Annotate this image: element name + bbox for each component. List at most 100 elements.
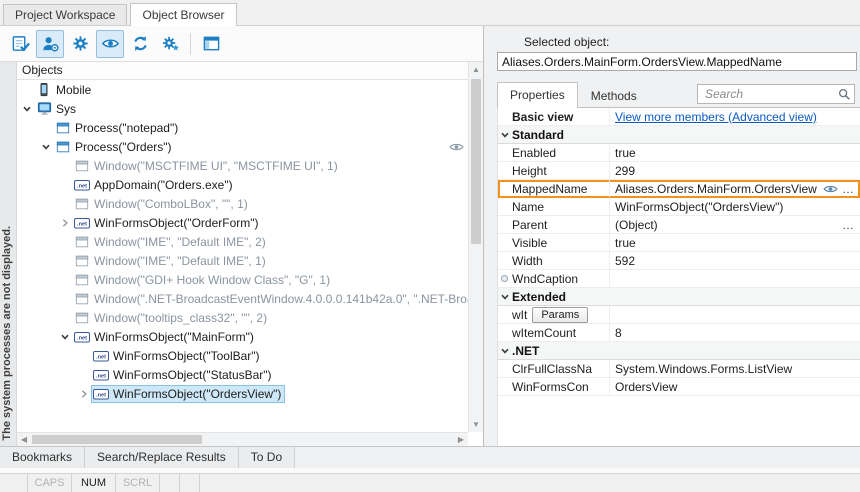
- collapse-icon[interactable]: [498, 130, 512, 140]
- tab-methods[interactable]: Methods: [578, 84, 650, 108]
- property-value-text: 299: [615, 164, 635, 178]
- checklist-button[interactable]: [6, 30, 34, 58]
- tree-item-label: WinFormsObject("MainForm"): [91, 330, 254, 344]
- view-mode-row: Basic viewView more members (Advanced vi…: [498, 108, 860, 126]
- property-row-wit[interactable]: wItParams: [498, 306, 860, 324]
- properties-grid: Basic viewView more members (Advanced vi…: [497, 107, 860, 446]
- section-header-net[interactable]: .NET: [498, 342, 860, 360]
- property-row-buttons: …: [823, 182, 860, 196]
- user-gear-button[interactable]: [36, 30, 64, 58]
- params-button[interactable]: Params: [532, 307, 588, 323]
- tree-item-selection: Sys: [34, 100, 80, 118]
- ellipsis-button[interactable]: …: [842, 218, 855, 232]
- tree-item-winformsobjectmainform[interactable]: .netWinFormsObject("MainForm"): [17, 327, 468, 346]
- expanded-icon[interactable]: [20, 104, 34, 114]
- property-name: MappedName: [498, 180, 610, 197]
- vertical-scroll-thumb[interactable]: [471, 79, 481, 244]
- tree-item-windowcombolbox[interactable]: Window("ComboLBox", "", 1): [17, 194, 468, 213]
- property-row-visible[interactable]: Visibletrue: [498, 234, 860, 252]
- view-mode-value: View more members (Advanced view): [610, 108, 860, 125]
- tree-item-winformsobjectordersview[interactable]: .netWinFormsObject("OrdersView"): [17, 384, 468, 403]
- property-row-clrfullclassna[interactable]: ClrFullClassNaSystem.Windows.Forms.ListV…: [498, 360, 860, 378]
- scroll-left-icon[interactable]: ◀: [17, 433, 31, 446]
- tree-vertical-scrollbar[interactable]: ▲ ▼: [468, 62, 483, 432]
- property-row-name[interactable]: NameWinFormsObject("OrdersView"): [498, 198, 860, 216]
- watch-eye-icon[interactable]: [449, 141, 464, 153]
- property-row-width[interactable]: Width592: [498, 252, 860, 270]
- bottom-tab-to-do[interactable]: To Do: [239, 447, 295, 468]
- eye-icon: [101, 34, 120, 53]
- property-value-text: System.Windows.Forms.ListView: [615, 362, 792, 376]
- section-header-extended[interactable]: Extended: [498, 288, 860, 306]
- selected-object-input[interactable]: [497, 52, 857, 71]
- member-search-box[interactable]: [697, 84, 855, 104]
- tree-item-sys[interactable]: Sys: [17, 99, 468, 118]
- highlight-eye-icon[interactable]: [823, 183, 838, 195]
- tree-item-winformsobjecttoolbar[interactable]: .netWinFormsObject("ToolBar"): [17, 346, 468, 365]
- tree-item-selection: .netAppDomain("Orders.exe"): [72, 176, 237, 194]
- tree-item-winformsobjectorderform[interactable]: .netWinFormsObject("OrderForm"): [17, 213, 468, 232]
- property-name: Name: [498, 198, 610, 215]
- scroll-up-icon[interactable]: ▲: [469, 62, 483, 77]
- tree-item-appdomainorders-exe[interactable]: .netAppDomain("Orders.exe"): [17, 175, 468, 194]
- bottom-tab-bookmarks[interactable]: Bookmarks: [0, 447, 85, 468]
- expanded-icon[interactable]: [58, 332, 72, 342]
- system-processes-note: The system processes are not displayed.: [1, 226, 13, 441]
- gear-star-button[interactable]: [156, 30, 184, 58]
- status-indicator-caps: CAPS: [28, 474, 72, 492]
- property-value-text: true: [615, 236, 636, 250]
- gear-button[interactable]: [66, 30, 94, 58]
- scroll-right-icon[interactable]: ▶: [454, 433, 468, 446]
- tree-item-windowgdi-hook-window-class[interactable]: Window("GDI+ Hook Window Class", "G", 1): [17, 270, 468, 289]
- bottom-tab-search-replace-results[interactable]: Search/Replace Results: [85, 447, 239, 468]
- tree-item-processnotepad[interactable]: Process("notepad"): [17, 118, 468, 137]
- property-row-mappedname[interactable]: MappedNameAliases.Orders.MainForm.Orders…: [498, 180, 860, 198]
- tree-item-winformsobjectstatusbar[interactable]: .netWinFormsObject("StatusBar"): [17, 365, 468, 384]
- testcomplete-window: Project WorkspaceObject Browser The syst…: [0, 0, 860, 492]
- tree-item-windowmsctfime-ui[interactable]: Window("MSCTFIME UI", "MSCTFIME UI", 1): [17, 156, 468, 175]
- search-icon: [837, 87, 851, 101]
- collapse-icon[interactable]: [498, 346, 512, 356]
- property-value-text: (Object): [615, 218, 658, 232]
- eye-button[interactable]: [96, 30, 124, 58]
- refresh-button[interactable]: [126, 30, 154, 58]
- selected-object-label: Selected object:: [524, 35, 609, 49]
- tab-project-workspace[interactable]: Project Workspace: [3, 4, 127, 25]
- advanced-view-link[interactable]: View more members (Advanced view): [615, 110, 817, 124]
- property-row-wndcaption[interactable]: WndCaption: [498, 270, 860, 288]
- ellipsis-button[interactable]: …: [842, 182, 855, 196]
- section-header-standard[interactable]: Standard: [498, 126, 860, 144]
- section-title: Standard: [512, 128, 564, 142]
- collapsed-icon[interactable]: [58, 218, 72, 228]
- property-value-text: 592: [615, 254, 635, 268]
- property-name: WinFormsCon: [498, 378, 610, 395]
- property-row-witemcount[interactable]: wItemCount8: [498, 324, 860, 342]
- property-row-height[interactable]: Height299: [498, 162, 860, 180]
- property-name-text: MappedName: [512, 182, 587, 196]
- tree-item-window-net-broadcasteventwindow-4-0-0-0-141b42a-0[interactable]: Window(".NET-BroadcastEventWindow.4.0.0.…: [17, 289, 468, 308]
- status-bar: CAPSNUMSCRL: [0, 473, 860, 492]
- tree-horizontal-scrollbar[interactable]: ◀ ▶: [17, 432, 468, 446]
- tree-item-windowtooltips-class32[interactable]: Window("tooltips_class32", "", 2): [17, 308, 468, 327]
- tree-item-windowime[interactable]: Window("IME", "Default IME", 1): [17, 251, 468, 270]
- scroll-down-icon[interactable]: ▼: [469, 417, 483, 432]
- horizontal-scroll-thumb[interactable]: [32, 435, 202, 444]
- property-row-parent[interactable]: Parent(Object)…: [498, 216, 860, 234]
- workspace-tabbar: Project WorkspaceObject Browser: [0, 0, 860, 26]
- window-panel-button[interactable]: [197, 30, 225, 58]
- tab-properties[interactable]: Properties: [497, 82, 578, 108]
- net-icon: .net: [73, 178, 91, 192]
- property-row-winformscon[interactable]: WinFormsCon OrdersView: [498, 378, 860, 396]
- tree-item-processorders[interactable]: Process("Orders"): [17, 137, 468, 156]
- collapsed-icon[interactable]: [77, 389, 91, 399]
- tab-object-browser[interactable]: Object Browser: [130, 3, 236, 26]
- property-value-text: OrdersView: [615, 380, 677, 394]
- search-input[interactable]: [703, 86, 837, 102]
- property-name: Enabled: [498, 144, 610, 161]
- tree-item-windowime[interactable]: Window("IME", "Default IME", 2): [17, 232, 468, 251]
- expanded-icon[interactable]: [39, 142, 53, 152]
- collapse-icon[interactable]: [498, 292, 512, 302]
- status-segment-empty: [0, 474, 28, 492]
- tree-item-mobile[interactable]: Mobile: [17, 80, 468, 99]
- property-row-enabled[interactable]: Enabledtrue: [498, 144, 860, 162]
